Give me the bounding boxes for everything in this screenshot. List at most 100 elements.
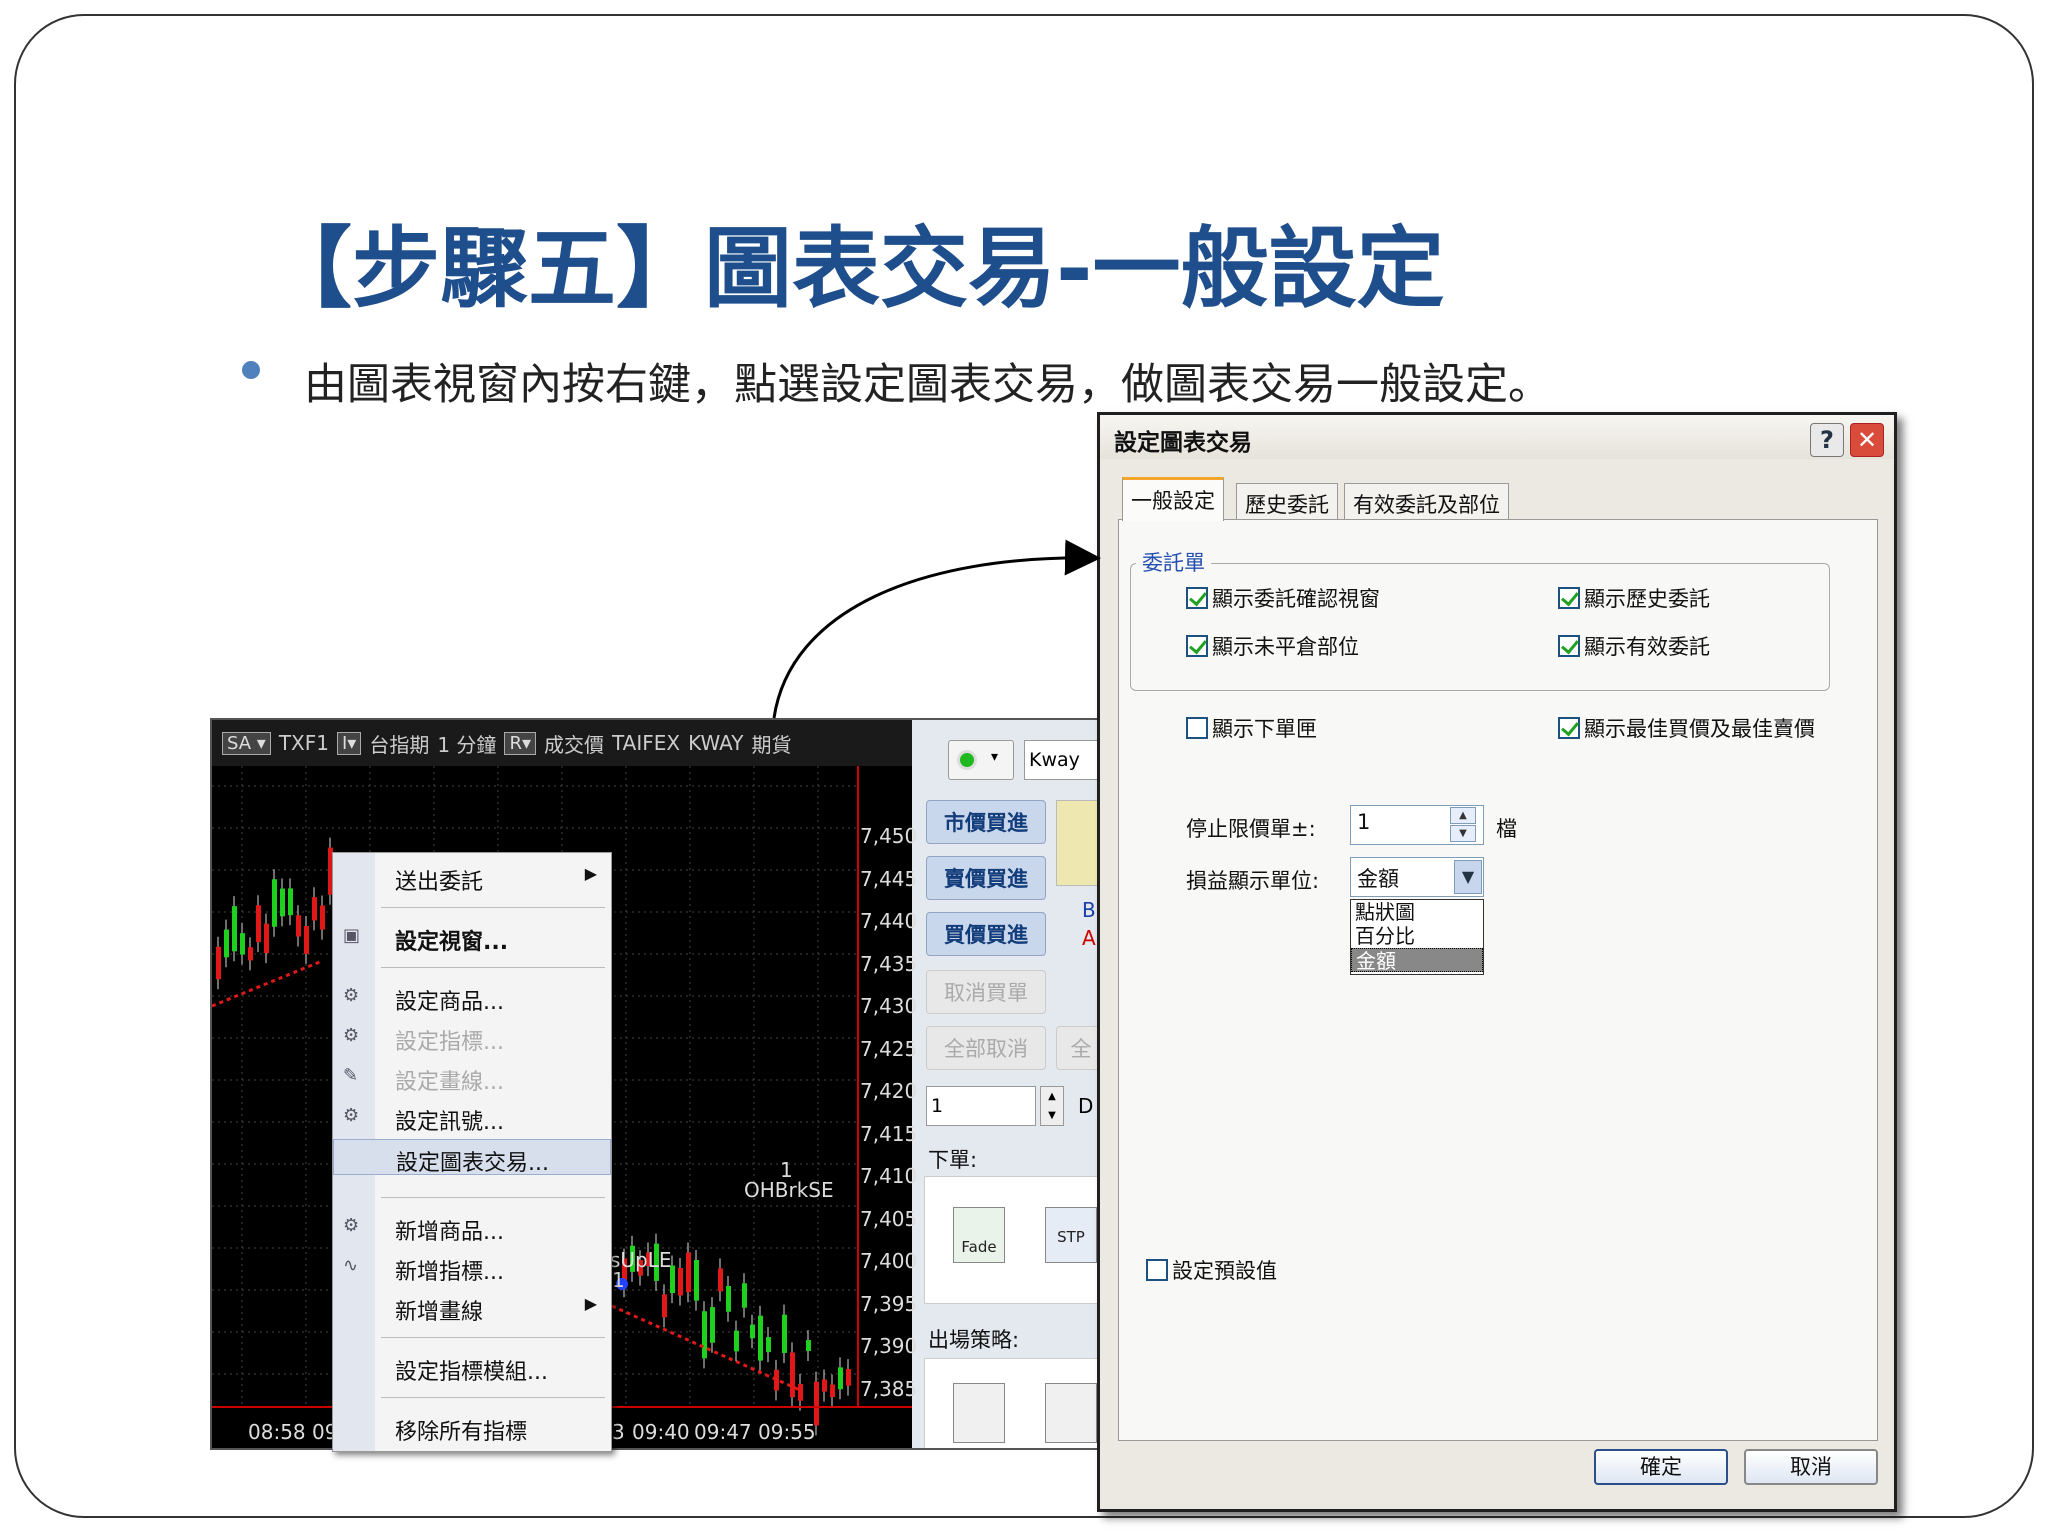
x-tick: 09:47: [694, 1420, 752, 1444]
help-button[interactable]: ?: [1810, 423, 1844, 457]
quantity-stepper[interactable]: ▲ ▼: [1040, 1086, 1064, 1126]
menu-item[interactable]: 移除所有指標: [333, 1409, 611, 1445]
menu-item-label: 設定訊號...: [395, 1110, 504, 1135]
menu-item[interactable]: ▣ 設定視窗...: [333, 919, 611, 955]
order-section-label: 下單:: [928, 1148, 978, 1172]
show-best-price-checkbox[interactable]: 顯示最佳買價及最佳賣價: [1558, 713, 1815, 743]
stp-strategy-button[interactable]: STP: [1045, 1207, 1097, 1263]
menu-item[interactable]: ⚙ 設定訊號...: [333, 1099, 611, 1135]
chevron-down-icon[interactable]: ▼: [1454, 860, 1482, 894]
menu-item-label: 設定視窗...: [395, 930, 509, 955]
symbol-label: TXF1: [278, 731, 329, 755]
quantity-input[interactable]: 1: [926, 1086, 1036, 1126]
cancel-all-button[interactable]: 全部取消: [926, 1026, 1046, 1070]
tab-general[interactable]: 一般設定: [1122, 477, 1224, 521]
ask-label: A: [1082, 926, 1096, 950]
menu-item-label: 設定畫線...: [395, 1070, 504, 1095]
pnl-option-amount[interactable]: 金額: [1351, 948, 1483, 973]
pnl-option-percent[interactable]: 百分比: [1351, 924, 1483, 948]
account-select[interactable]: Kway: [1024, 740, 1103, 780]
close-icon[interactable]: ✕: [1850, 423, 1884, 457]
pnl-option-dot[interactable]: 點狀圖: [1351, 900, 1483, 924]
fade-strategy-button[interactable]: Fade: [953, 1207, 1005, 1263]
menu-separator: [381, 1197, 605, 1198]
candle: [320, 905, 325, 930]
status-light-icon: [957, 750, 977, 770]
menu-item-icon: ⚙: [343, 985, 360, 1006]
ask-buy-button[interactable]: 賣價買進: [926, 856, 1046, 900]
candle: [750, 1324, 755, 1339]
menu-item[interactable]: 設定指標模組...: [333, 1349, 611, 1385]
context-menu: 送出委託 ▶ ▣ 設定視窗... ⚙ 設定商品... ⚙ 設定指標... ✎ 設定畫線... ⚙ 設定…: [332, 852, 612, 1452]
show-history-checkbox[interactable]: 顯示歷史委託: [1558, 583, 1710, 613]
checkbox-icon: [1146, 1259, 1168, 1281]
menu-item[interactable]: 新增畫線 ▶: [333, 1289, 611, 1325]
stop-limit-stepper[interactable]: ▲ ▼: [1450, 807, 1480, 843]
candle: [224, 929, 229, 958]
sa-dropdown[interactable]: SA ▾: [222, 731, 271, 755]
candle: [312, 897, 317, 921]
menu-item-label: 設定指標...: [395, 1030, 504, 1055]
candle: [686, 1252, 691, 1293]
y-tick: 7,440: [860, 909, 918, 933]
interval-dropdown-icon[interactable]: I▾: [337, 731, 362, 755]
tab-active-orders[interactable]: 有效委託及部位: [1344, 483, 1509, 519]
show-open-position-checkbox[interactable]: 顯示未平倉部位: [1186, 631, 1359, 661]
y-tick: 7,395: [860, 1291, 918, 1316]
candle: [830, 1384, 835, 1398]
status-toggle[interactable]: ▾: [948, 740, 1014, 780]
menu-item[interactable]: ∿ 新增指標...: [333, 1249, 611, 1285]
candle: [822, 1379, 827, 1392]
candle: [280, 888, 285, 917]
y-tick: 7,400: [860, 1249, 918, 1273]
y-tick: 7,390: [860, 1334, 918, 1358]
menu-item-label: 設定商品...: [395, 990, 504, 1015]
interval-label: 1 分鐘: [437, 732, 497, 757]
menu-item[interactable]: 設定圖表交易...: [333, 1139, 611, 1176]
candle: [232, 906, 237, 952]
show-order-box-checkbox[interactable]: 顯示下單匣: [1186, 713, 1317, 743]
menu-item[interactable]: ⚙ 設定商品...: [333, 979, 611, 1015]
checkbox-icon: [1558, 717, 1580, 739]
menu-item-label: 移除所有指標: [395, 1420, 528, 1445]
cancel-buy-button[interactable]: 取消買單: [926, 970, 1046, 1014]
stop-limit-label: 停止限價單±:: [1186, 817, 1316, 841]
y-tick: 7,450: [860, 824, 918, 848]
candle: [296, 915, 301, 937]
candle: [782, 1314, 787, 1353]
y-tick: 7,415: [860, 1121, 918, 1146]
cancel-button[interactable]: 取消: [1744, 1449, 1878, 1485]
menu-separator: [381, 967, 605, 968]
candle: [272, 879, 277, 927]
show-confirm-checkbox[interactable]: 顯示委託確認視窗: [1186, 583, 1380, 613]
menu-item[interactable]: 送出委託 ▶: [333, 859, 611, 895]
candle: [718, 1268, 723, 1292]
trade-panel: ▾ Kway 市價買進 賣價買進 買價買進 取消買單 全部取消 全 B A 1 …: [912, 720, 1103, 1448]
exit-strategy-label: 出場策略:: [928, 1328, 1020, 1352]
market-buy-button[interactable]: 市價買進: [926, 800, 1046, 844]
y-tick: 7,420: [860, 1079, 918, 1103]
show-active-orders-checkbox[interactable]: 顯示有效委託: [1558, 631, 1710, 661]
category-label: 期貨: [751, 732, 792, 757]
r-dropdown[interactable]: R▾: [504, 731, 536, 755]
menu-item[interactable]: 移除所有畫線: [333, 1449, 611, 1451]
menu-item[interactable]: ✎ 設定畫線...: [333, 1059, 611, 1095]
price-type: 成交價: [544, 732, 604, 757]
submenu-arrow-icon: ▶: [584, 864, 597, 883]
y-tick: 7,445: [860, 866, 918, 891]
menu-separator: [381, 1337, 605, 1338]
exit-strategy-icon[interactable]: [953, 1383, 1005, 1443]
menu-item-icon: ∿: [343, 1255, 359, 1276]
candle: [734, 1330, 739, 1352]
set-default-checkbox[interactable]: 設定預設值: [1146, 1255, 1277, 1285]
pnl-unit-options: 點狀圖 百分比 金額: [1350, 899, 1484, 975]
tab-history-orders[interactable]: 歷史委託: [1236, 483, 1338, 519]
bid-buy-button[interactable]: 買價買進: [926, 912, 1046, 956]
spin-up-icon[interactable]: ▲: [1450, 807, 1476, 824]
menu-item[interactable]: ⚙ 設定指標...: [333, 1019, 611, 1055]
exit-strategy-icon-2[interactable]: [1045, 1383, 1097, 1443]
menu-item[interactable]: ⚙ 新增商品...: [333, 1209, 611, 1245]
ok-button[interactable]: 確定: [1594, 1449, 1728, 1485]
menu-item-label: 設定指標模組...: [395, 1360, 548, 1385]
spin-down-icon[interactable]: ▼: [1450, 825, 1476, 842]
